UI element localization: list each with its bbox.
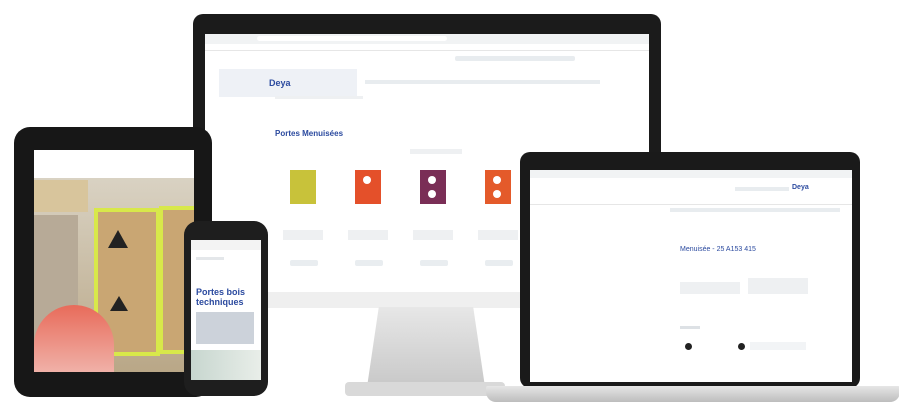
phone-browser-bar [191,240,261,250]
door-porthole [363,176,371,184]
laptop-option-field[interactable] [750,342,806,350]
product-caption-2 [348,230,388,240]
deya-logo[interactable]: Deya [269,78,291,88]
product-button-1[interactable] [290,260,318,266]
product-door-2[interactable] [355,170,381,204]
header-divider [205,50,649,51]
warning-triangle-icon [110,296,128,311]
logo-panel: Deya [219,69,357,97]
laptop-screen: Deya Menuisée - 25 A153 415 [530,170,852,382]
address-bar[interactable] [257,36,447,41]
phone-screen: Portes bois techniques [191,240,261,380]
laptop-utility-links[interactable] [735,187,789,191]
product-button-4[interactable] [485,260,513,266]
laptop-spec-left [680,282,740,294]
laptop-browser-bar [530,170,852,178]
tablet-browser-bar [34,150,194,178]
monitor-base [345,382,505,396]
page-title: Portes Menuisées [275,129,344,138]
laptop-navigation[interactable] [670,208,840,212]
laptop-spec-right [748,278,808,294]
main-navigation[interactable] [365,80,600,84]
wall-panel [34,180,88,212]
laptop-section-heading [680,326,700,329]
door-porthole [493,190,501,198]
product-caption-1 [283,230,323,240]
door-porthole [493,176,501,184]
warning-triangle-icon [108,230,128,248]
color-swatch-icon[interactable] [738,343,745,350]
phone-headline: Portes bois techniques [196,287,246,307]
product-door-4[interactable] [485,170,511,204]
color-swatch-icon[interactable] [685,343,692,350]
breadcrumb[interactable] [275,96,363,99]
laptop-header-divider [530,204,852,205]
phone-breadcrumb[interactable] [196,257,224,260]
laptop-product-title: Menuisée - 25 A153 415 [680,246,756,253]
product-caption-4 [478,230,518,240]
product-caption-3 [413,230,453,240]
phone-description [196,312,254,344]
laptop-deya-logo[interactable]: Deya [792,184,809,191]
monitor-stand [367,307,485,387]
tablet-screen [34,150,194,372]
product-button-2[interactable] [355,260,383,266]
product-door-1[interactable] [290,170,316,204]
door-porthole [428,176,436,184]
filter-dropdown[interactable] [410,149,462,154]
door-porthole [428,190,436,198]
laptop-base [486,386,899,402]
product-door-3[interactable] [420,170,446,204]
top-utility-links[interactable] [455,56,575,61]
phone-photo [191,350,261,380]
product-button-3[interactable] [420,260,448,266]
